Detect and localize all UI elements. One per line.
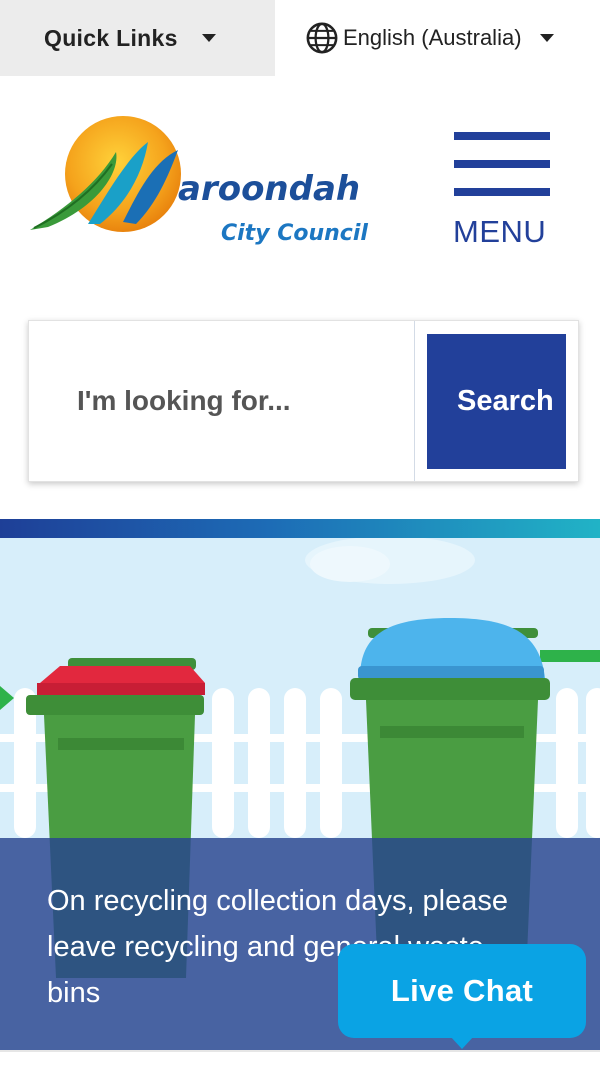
search-divider — [414, 321, 415, 481]
quick-links-label: Quick Links — [44, 24, 178, 51]
search-button[interactable]: Search — [427, 334, 566, 469]
top-utility-bar: Quick Links English (Australia) — [0, 0, 600, 76]
live-chat-label: Live Chat — [390, 973, 534, 1008]
logo-sub-text: City Council — [221, 221, 368, 246]
hamburger-icon-bar — [454, 188, 550, 196]
maroondah-logo-graphic: aroondah City Council — [30, 116, 368, 246]
page-divider — [0, 1050, 600, 1065]
globe-icon — [306, 22, 338, 54]
live-chat-button[interactable]: Live Chat — [338, 944, 586, 1049]
language-selector[interactable]: English (Australia) — [305, 0, 554, 76]
chevron-down-icon — [539, 34, 554, 42]
speech-bubble-tail-icon — [450, 1036, 474, 1049]
hamburger-icon — [454, 132, 550, 140]
language-label: English (Australia) — [343, 25, 522, 50]
menu-button[interactable]: MENU — [450, 130, 554, 254]
decorative-gradient-bar — [0, 519, 600, 538]
chevron-down-icon — [201, 34, 216, 42]
quick-links-dropdown[interactable]: Quick Links — [0, 0, 275, 76]
search-box: Search — [28, 320, 579, 482]
menu-label: MENU — [453, 214, 547, 249]
logo-name-text: aroondah — [178, 169, 360, 209]
council-logo[interactable]: aroondah City Council — [28, 112, 378, 252]
search-input[interactable] — [29, 321, 414, 481]
hamburger-icon-bar — [454, 160, 550, 168]
